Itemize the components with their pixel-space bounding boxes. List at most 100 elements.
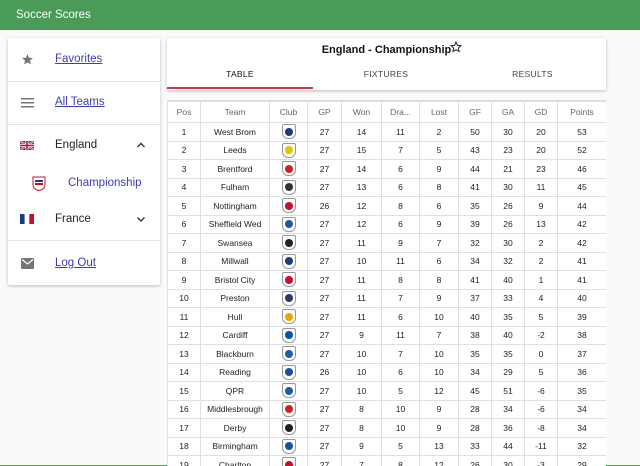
all-teams-link[interactable]: All Teams (55, 96, 105, 108)
cell-pos: 15 (168, 382, 201, 401)
club-crest-icon (282, 291, 296, 306)
table-row[interactable]: 7Swansea2711973230242 (168, 234, 607, 253)
standings-table-container[interactable]: Pos Team Club GP Won Dra... Lost GF GA G… (167, 100, 606, 466)
cell-gp: 27 (308, 456, 342, 466)
cell-gf: 41 (459, 271, 492, 290)
content-area: Favorites All Teams England Championship (0, 30, 640, 465)
cell-points: 41 (558, 252, 607, 271)
table-row[interactable]: 18Birmingham2795133344-1132 (168, 437, 607, 456)
cell-team: Birmingham (201, 437, 270, 456)
col-header-gf[interactable]: GF (459, 102, 492, 123)
table-row[interactable]: 10Preston2711793733440 (168, 289, 607, 308)
table-row[interactable]: 11Hull27116104035539 (168, 308, 607, 327)
standings-table: Pos Team Club GP Won Dra... Lost GF GA G… (167, 101, 606, 466)
cell-gp: 27 (308, 160, 342, 179)
cell-club (270, 123, 308, 142)
cell-gf: 34 (459, 363, 492, 382)
col-header-lost[interactable]: Lost (420, 102, 459, 123)
table-row[interactable]: 17Derby2781092836-834 (168, 419, 607, 438)
favorites-link[interactable]: Favorites (55, 53, 102, 65)
cell-points: 35 (558, 382, 607, 401)
tab-fixtures[interactable]: FIXTURES (313, 68, 459, 88)
col-header-gd[interactable]: GD (525, 102, 558, 123)
table-row[interactable]: 12Cardiff2791173840-238 (168, 326, 607, 345)
club-crest-icon (282, 124, 296, 139)
active-tab-indicator (167, 87, 313, 89)
col-header-won[interactable]: Won (342, 102, 382, 123)
cell-gf: 41 (459, 178, 492, 197)
table-row[interactable]: 1West Brom271411250302053 (168, 123, 607, 142)
cell-ga: 44 (492, 437, 525, 456)
divider (8, 124, 160, 125)
cell-gf: 45 (459, 382, 492, 401)
cell-gd: -2 (525, 326, 558, 345)
cell-pos: 4 (168, 178, 201, 197)
cell-team: Fulham (201, 178, 270, 197)
cell-team: Sheffield Wed (201, 215, 270, 234)
sidebar-item-all-teams[interactable]: All Teams (8, 94, 160, 110)
cell-gp: 27 (308, 437, 342, 456)
cell-points: 29 (558, 456, 607, 466)
logout-link[interactable]: Log Out (55, 257, 96, 269)
table-row[interactable]: 2Leeds27157543232052 (168, 141, 607, 160)
cell-ga: 30 (492, 178, 525, 197)
chevron-down-icon[interactable] (136, 214, 146, 224)
sidebar-item-england[interactable]: England (8, 137, 160, 153)
favorite-star-icon[interactable] (450, 41, 462, 53)
table-row[interactable]: 6Sheffield Wed27126939261342 (168, 215, 607, 234)
cell-won: 10 (342, 345, 382, 364)
cell-won: 15 (342, 141, 382, 160)
sidebar-item-france[interactable]: France (8, 211, 160, 227)
cell-lost: 5 (420, 141, 459, 160)
cell-pos: 11 (168, 308, 201, 327)
table-row[interactable]: 4Fulham27136841301145 (168, 178, 607, 197)
cell-gp: 27 (308, 141, 342, 160)
cell-team: Middlesbrough (201, 400, 270, 419)
cell-lost: 10 (420, 345, 459, 364)
cell-points: 38 (558, 326, 607, 345)
cell-club (270, 234, 308, 253)
table-row[interactable]: 14Reading26106103429536 (168, 363, 607, 382)
table-row[interactable]: 3Brentford27146944212346 (168, 160, 607, 179)
cell-drawn: 11 (382, 252, 420, 271)
table-row[interactable]: 16Middlesbrough2781092834-634 (168, 400, 607, 419)
sidebar-item-logout[interactable]: Log Out (8, 255, 160, 271)
table-header-row: Pos Team Club GP Won Dra... Lost GF GA G… (168, 102, 607, 123)
club-crest-icon (282, 439, 296, 454)
col-header-points[interactable]: Points (558, 102, 607, 123)
cell-ga: 21 (492, 160, 525, 179)
crest-emblem (285, 350, 293, 358)
tab-results[interactable]: RESULTS (459, 68, 606, 88)
col-header-pos[interactable]: Pos (168, 102, 201, 123)
cell-team: QPR (201, 382, 270, 401)
col-header-ga[interactable]: GA (492, 102, 525, 123)
col-header-club[interactable]: Club (270, 102, 308, 123)
col-header-team[interactable]: Team (201, 102, 270, 123)
cell-team: Blackburn (201, 345, 270, 364)
table-row[interactable]: 5Nottingham2612863526944 (168, 197, 607, 216)
col-header-drawn[interactable]: Dra... (382, 102, 420, 123)
col-header-gp[interactable]: GP (308, 102, 342, 123)
cell-club (270, 141, 308, 160)
cell-gp: 27 (308, 252, 342, 271)
cell-gd: -6 (525, 400, 558, 419)
cell-gf: 40 (459, 308, 492, 327)
crest-emblem (285, 368, 293, 376)
chevron-up-icon[interactable] (136, 140, 146, 150)
table-row[interactable]: 8Millwall27101163432241 (168, 252, 607, 271)
table-row[interactable]: 9Bristol City2711884140141 (168, 271, 607, 290)
cell-gf: 32 (459, 234, 492, 253)
club-crest-icon (282, 161, 296, 176)
table-row[interactable]: 13Blackburn27107103535037 (168, 345, 607, 364)
championship-link[interactable]: Championship (68, 177, 142, 189)
sidebar-item-favorites[interactable]: Favorites (8, 51, 160, 67)
table-row[interactable]: 19Charlton2778122630-329 (168, 456, 607, 466)
cell-gp: 27 (308, 234, 342, 253)
table-row[interactable]: 15QPR27105124551-635 (168, 382, 607, 401)
cell-pos: 17 (168, 419, 201, 438)
cell-points: 32 (558, 437, 607, 456)
sidebar-item-championship[interactable]: Championship (8, 174, 160, 192)
cell-gf: 34 (459, 252, 492, 271)
tab-table[interactable]: TABLE (167, 68, 313, 88)
cell-gp: 27 (308, 289, 342, 308)
